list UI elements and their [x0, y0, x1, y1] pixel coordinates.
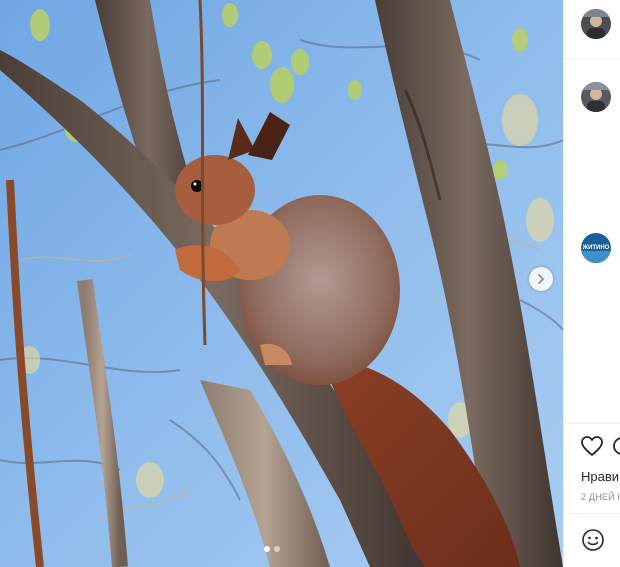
instagram-post-view: ЖИТИНО Нрави 2 ДНЕЙ Н	[0, 0, 620, 567]
actions-divider	[564, 423, 620, 424]
chevron-right-icon	[538, 274, 544, 284]
heart-icon	[581, 436, 603, 456]
emoji-button[interactable]	[581, 528, 605, 552]
comment-button[interactable]	[612, 435, 620, 462]
user-avatar-icon	[581, 82, 611, 112]
carousel-dot	[274, 546, 280, 552]
carousel-indicator	[264, 546, 280, 552]
next-slide-button[interactable]	[529, 267, 553, 291]
post-date[interactable]: 2 ДНЕЙ Н	[581, 492, 620, 502]
comment-author-avatar[interactable]: ЖИТИНО	[581, 233, 611, 263]
svg-text:ЖИТИНО: ЖИТИНО	[582, 245, 610, 251]
comment-author-avatar[interactable]	[581, 82, 611, 112]
org-avatar-icon: ЖИТИНО	[581, 233, 611, 263]
comment-divider	[564, 59, 620, 60]
likes-summary[interactable]: Нрави	[581, 469, 619, 484]
post-actions	[580, 435, 620, 462]
post-photo[interactable]	[0, 0, 563, 567]
squirrel-photo-illustration	[0, 0, 563, 567]
comment-author-avatar[interactable]	[581, 9, 611, 39]
carousel-dot-active	[264, 546, 270, 552]
comment-icon	[613, 437, 620, 455]
like-button[interactable]	[580, 435, 604, 462]
smile-icon	[582, 529, 604, 551]
comments-panel: ЖИТИНО Нрави 2 ДНЕЙ Н	[563, 0, 620, 567]
user-avatar-icon	[581, 9, 611, 39]
comment-input-divider	[564, 513, 620, 514]
